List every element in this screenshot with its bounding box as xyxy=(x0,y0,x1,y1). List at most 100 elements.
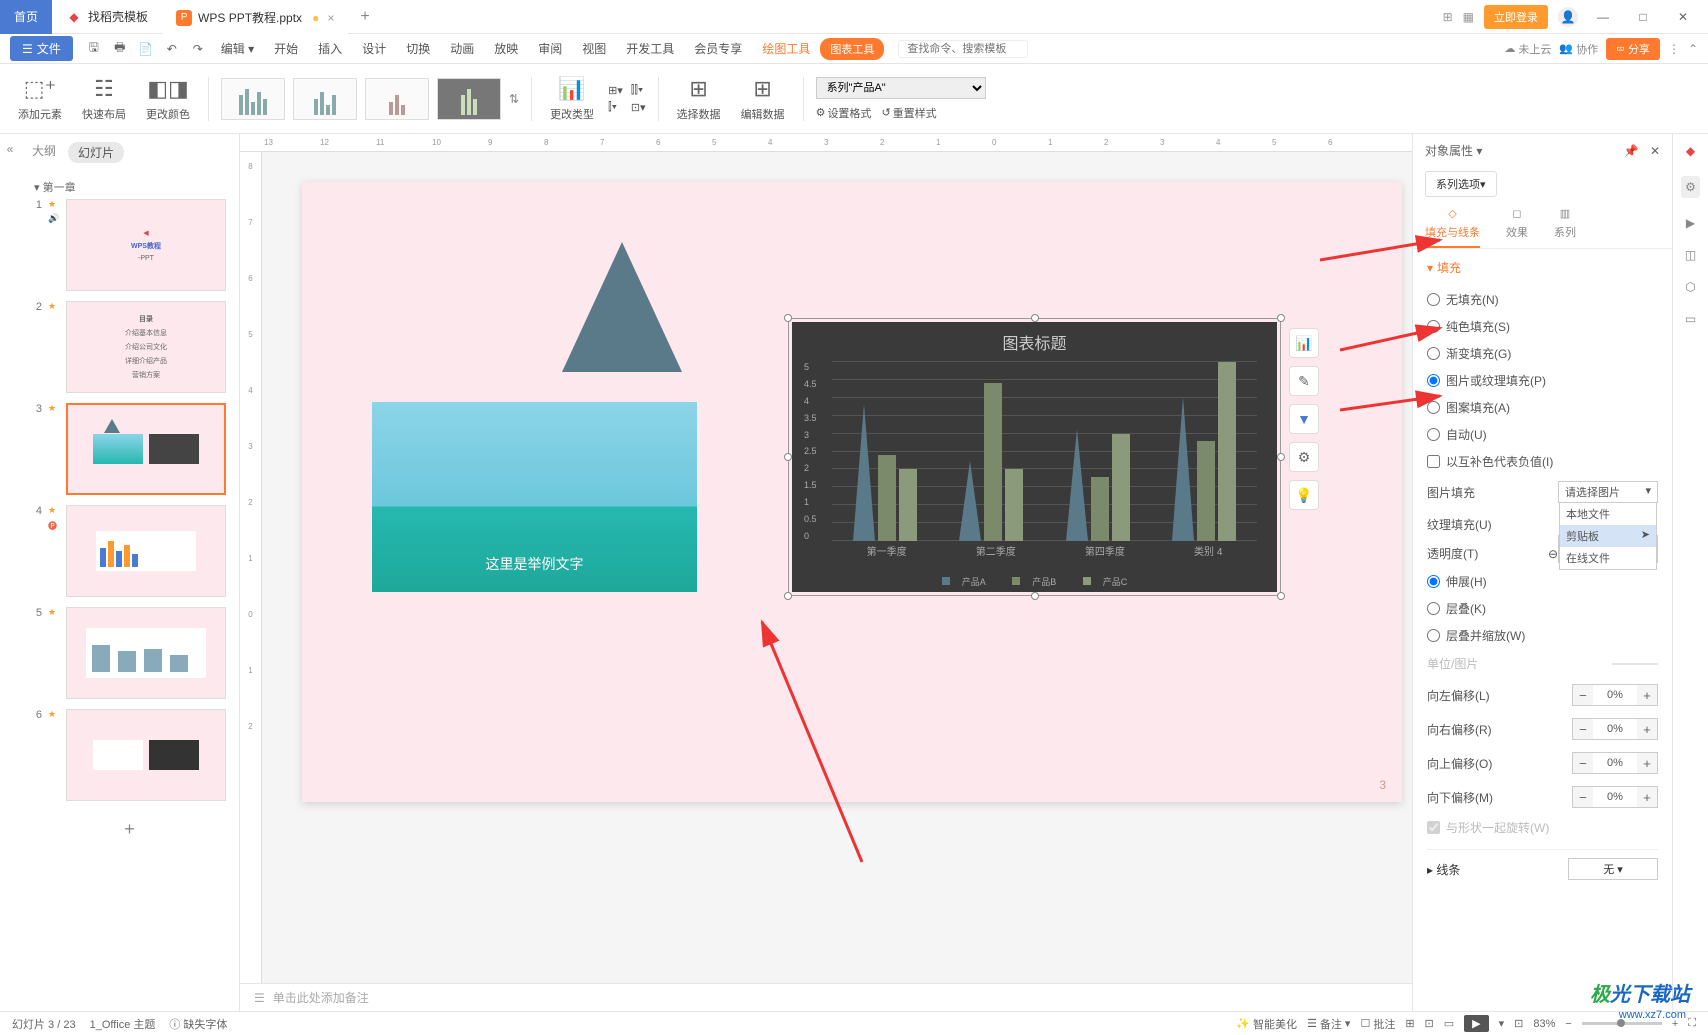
beach-image[interactable]: 这里是举例文字 xyxy=(372,402,697,592)
resize-handle[interactable] xyxy=(1277,453,1285,461)
bar-group[interactable] xyxy=(1066,362,1130,541)
series-options-dropdown[interactable]: 系列选项 ▾ xyxy=(1425,171,1497,197)
chart-idea-button[interactable]: 💡 xyxy=(1289,480,1319,510)
zoom-out-button[interactable]: − xyxy=(1565,1018,1571,1030)
bar[interactable] xyxy=(878,455,896,541)
menu-start[interactable]: 开始 xyxy=(264,40,308,57)
set-format-button[interactable]: ⚙ 设置格式 xyxy=(816,105,872,121)
chart-style-4[interactable] xyxy=(437,78,501,120)
effect-tab[interactable]: ◻效果 xyxy=(1506,207,1528,248)
close-panel-icon[interactable]: ✕ xyxy=(1650,144,1660,158)
chart-object[interactable]: 图表标题 00.511.522.533.544.55 第一季度第二季度第四季度类… xyxy=(792,322,1277,592)
picture-select-dropdown[interactable]: 请选择图片 ▾ 本地文件 剪贴板➤ 在线文件 xyxy=(1558,481,1658,503)
save-icon[interactable]: 🖫 xyxy=(84,39,104,59)
apps-icon[interactable]: ▦ xyxy=(1463,10,1474,24)
offset-top-spinner[interactable]: −0%+ xyxy=(1572,752,1658,774)
style-more-icon[interactable]: ⇅ xyxy=(509,92,519,106)
missing-font-button[interactable]: ⓘ 缺失字体 xyxy=(169,1016,227,1032)
chart-style-1[interactable] xyxy=(221,78,285,120)
chart-style-2[interactable] xyxy=(293,78,357,120)
bar[interactable] xyxy=(1172,380,1194,541)
add-element-button[interactable]: ⬚⁺添加元素 xyxy=(12,76,68,122)
slides-tab[interactable]: 幻灯片 xyxy=(68,142,124,163)
fill-none-radio[interactable]: 无填充(N) xyxy=(1427,286,1658,313)
command-search-input[interactable] xyxy=(898,40,1028,58)
select-data-button[interactable]: ⊞选择数据 xyxy=(671,76,727,122)
fill-pattern-radio[interactable]: 图案填充(A) xyxy=(1427,394,1658,421)
axis-btn-3[interactable]: ⫿⫿▾ xyxy=(631,84,646,97)
chart-elements-button[interactable]: 📊 xyxy=(1289,328,1319,358)
stack-radio[interactable]: 层叠(K) xyxy=(1427,595,1658,622)
menu-chart-tool[interactable]: 图表工具 xyxy=(820,38,884,60)
avatar-icon[interactable]: 👤 xyxy=(1558,7,1578,27)
rail-select-icon[interactable]: ◫ xyxy=(1685,248,1696,262)
bar-group[interactable] xyxy=(1172,362,1236,541)
collab-button[interactable]: 👥 协作 xyxy=(1559,41,1598,57)
rotate-with-shape-checkbox[interactable]: 与形状一起旋转(W) xyxy=(1427,814,1658,841)
bar[interactable] xyxy=(853,387,875,541)
slide-thumb-1[interactable]: 1 ★🔊 ◀WPS教程-PPT xyxy=(28,199,231,291)
resize-handle[interactable] xyxy=(1031,314,1039,322)
bar-group[interactable] xyxy=(959,362,1023,541)
bar[interactable] xyxy=(1005,469,1023,541)
zoom-level[interactable]: 83% xyxy=(1533,1018,1555,1030)
slide-thumb-5[interactable]: 5 ★ xyxy=(28,607,231,699)
template-tab[interactable]: ◆ 找稻壳模板 xyxy=(52,0,162,34)
axis-btn-2[interactable]: ⫿▾ xyxy=(608,101,623,114)
close-tab-icon[interactable]: × xyxy=(327,11,334,25)
undo-icon[interactable]: ↶ xyxy=(162,39,182,59)
stack-scale-radio[interactable]: 层叠并缩放(W) xyxy=(1427,622,1658,649)
bar[interactable] xyxy=(1197,441,1215,541)
fill-auto-radio[interactable]: 自动(U) xyxy=(1427,421,1658,448)
resize-handle[interactable] xyxy=(1277,314,1285,322)
change-color-button[interactable]: ◧◨更改颜色 xyxy=(140,76,196,122)
fit-icon[interactable]: ⊡ xyxy=(1514,1017,1523,1030)
file-menu[interactable]: ☰ 文件 xyxy=(10,36,73,61)
dropdown-clipboard[interactable]: 剪贴板➤ xyxy=(1560,525,1656,547)
axis-btn-4[interactable]: ⊡▾ xyxy=(631,101,646,114)
login-button[interactable]: 立即登录 xyxy=(1484,5,1548,29)
axis-btn-1[interactable]: ⊞▾ xyxy=(608,84,623,97)
fit-window-icon[interactable]: ⛶ xyxy=(1688,1017,1696,1030)
dropdown-online-file[interactable]: 在线文件 xyxy=(1560,547,1656,569)
menu-animation[interactable]: 动画 xyxy=(440,40,484,57)
home-tab[interactable]: 首页 xyxy=(0,0,52,34)
rail-anim-icon[interactable]: ▶ xyxy=(1686,216,1695,230)
offset-right-spinner[interactable]: −0%+ xyxy=(1572,718,1658,740)
rail-present-icon[interactable]: ▭ xyxy=(1685,312,1696,326)
menu-dev[interactable]: 开发工具 xyxy=(616,40,684,57)
close-window-button[interactable]: ✕ xyxy=(1668,10,1698,24)
pin-icon[interactable]: 📌 xyxy=(1624,144,1639,158)
rail-settings-icon[interactable]: ⚙ xyxy=(1681,176,1700,198)
menu-member[interactable]: 会员专享 xyxy=(684,40,752,57)
slider-minus[interactable]: ⊖ xyxy=(1548,547,1558,561)
slide-stage[interactable]: 这里是举例文字 图表标题 xyxy=(262,152,1412,983)
share-button[interactable]: ⮹ 分享 xyxy=(1606,38,1660,60)
outline-tab[interactable]: 大纲 xyxy=(32,142,56,163)
slide-thumb-4[interactable]: 4 ★🅟 xyxy=(28,505,231,597)
dropdown-local-file[interactable]: 本地文件 xyxy=(1560,503,1656,525)
fill-gradient-radio[interactable]: 渐变填充(G) xyxy=(1427,340,1658,367)
chapter-label[interactable]: ▾ 第一章 xyxy=(28,175,231,199)
series-tab[interactable]: ▥系列 xyxy=(1554,207,1576,248)
document-tab[interactable]: P WPS PPT教程.pptx ● × xyxy=(162,0,348,34)
bar[interactable] xyxy=(1091,477,1109,541)
reset-style-button[interactable]: ↺ 重置样式 xyxy=(881,105,936,121)
collapse-ribbon-icon[interactable]: ⌃ xyxy=(1688,42,1698,56)
line-section-header[interactable]: ▸ 线条 xyxy=(1427,861,1460,878)
view-reading-icon[interactable]: ▭ xyxy=(1444,1017,1454,1030)
bar[interactable] xyxy=(984,383,1002,541)
fill-picture-radio[interactable]: 图片或纹理填充(P) xyxy=(1427,367,1658,394)
fill-section-header[interactable]: ▾ 填充 xyxy=(1427,259,1658,276)
stretch-radio[interactable]: 伸展(H) xyxy=(1427,568,1658,595)
beautify-button[interactable]: ✨ 智能美化 xyxy=(1236,1016,1297,1032)
bar-group[interactable] xyxy=(853,362,917,541)
chart-style-3[interactable] xyxy=(365,78,429,120)
chart-filter-button[interactable]: ▼ xyxy=(1289,404,1319,434)
new-tab-button[interactable]: + xyxy=(348,8,381,26)
menu-transition[interactable]: 切换 xyxy=(396,40,440,57)
change-type-button[interactable]: 📊更改类型 xyxy=(544,76,600,122)
preview-icon[interactable]: 📄 xyxy=(136,39,156,59)
collapse-panel-button[interactable]: « xyxy=(0,134,20,1011)
chart-plot-area[interactable]: 00.511.522.533.544.55 第一季度第二季度第四季度类别 4 xyxy=(832,362,1257,561)
